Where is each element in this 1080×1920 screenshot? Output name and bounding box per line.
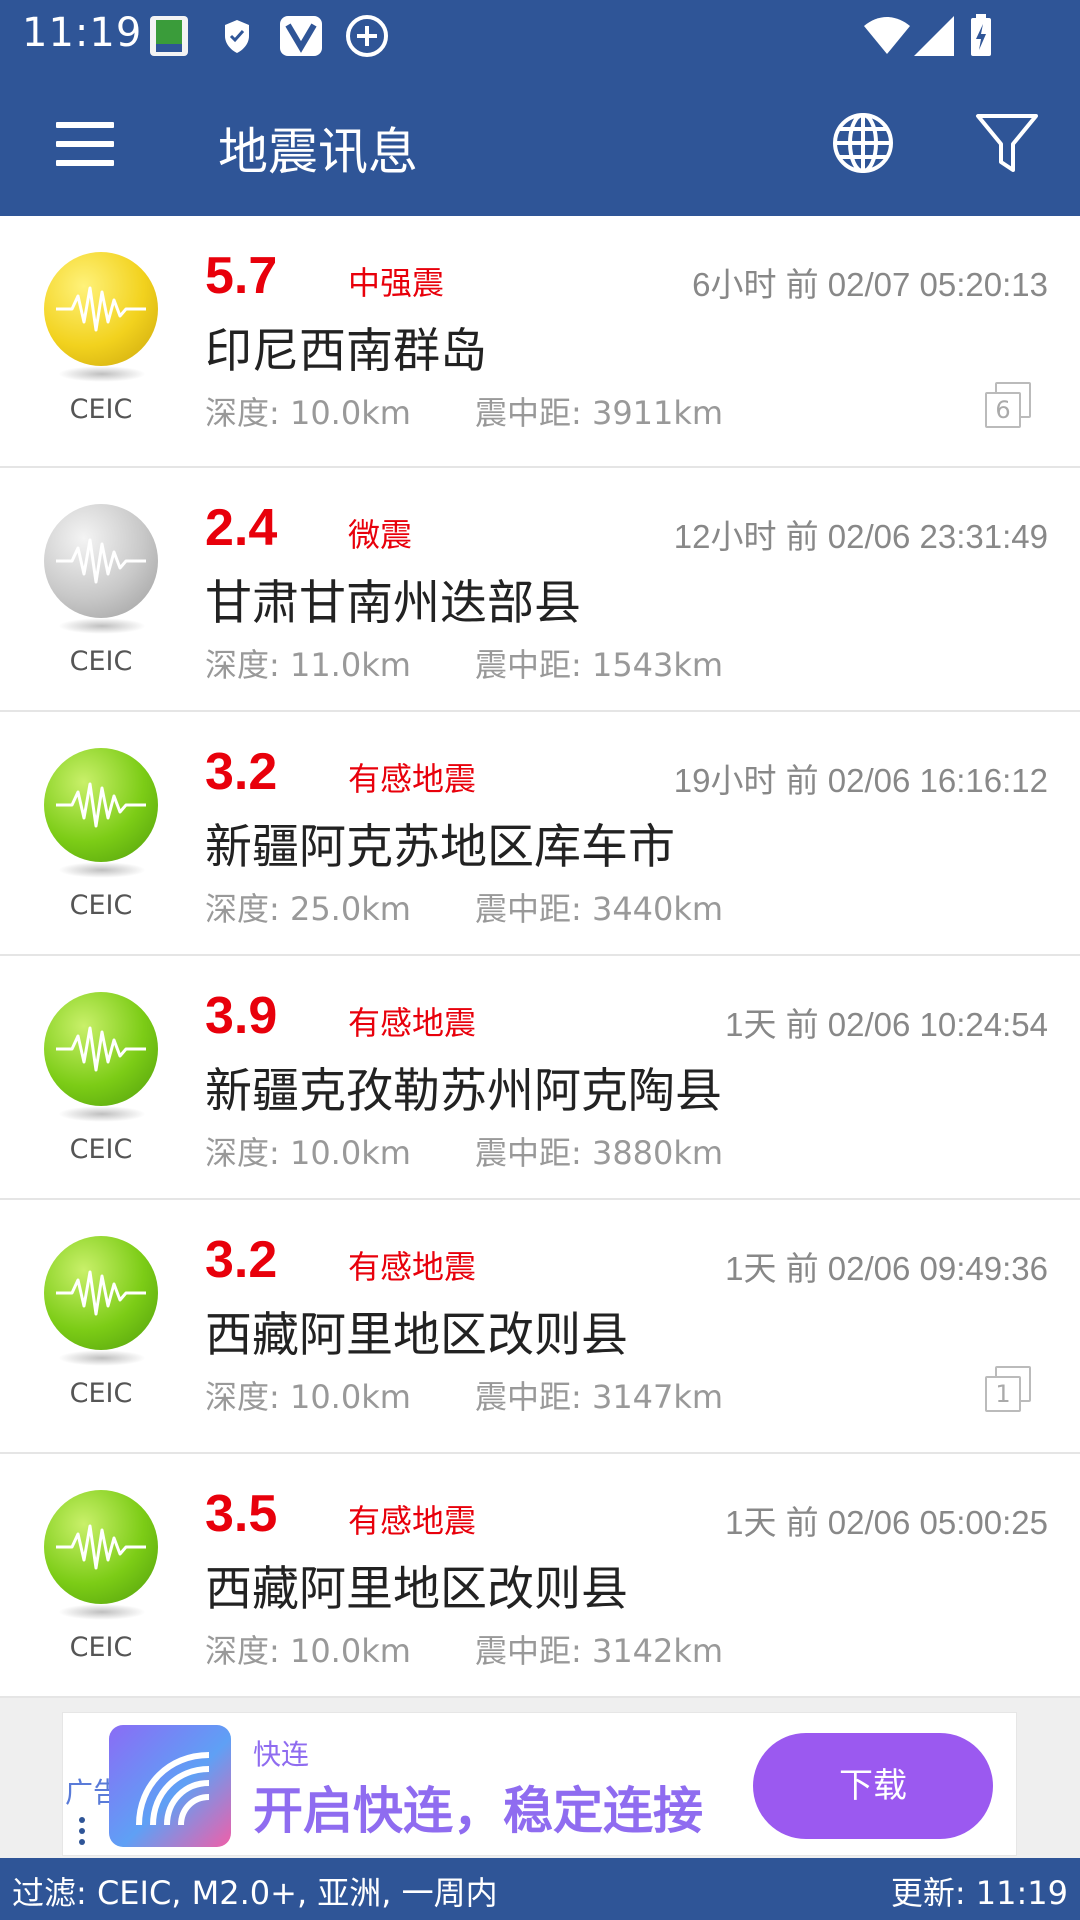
more-options-icon[interactable]	[79, 1817, 85, 1850]
status-bar: 11:19	[0, 0, 1080, 72]
filter-summary: 过滤: CEIC, M2.0+, 亚洲, 一周内	[12, 1874, 498, 1912]
event-count-icon[interactable]: 6	[985, 382, 1031, 428]
event-time: 1天 前 02/06 05:00:25	[725, 1504, 1048, 1541]
ball-shadow	[58, 862, 146, 878]
ball-shadow	[58, 366, 146, 382]
wifi-icon	[864, 17, 910, 54]
globe-icon[interactable]	[830, 110, 896, 176]
ad-slogan: 开启快连，稳定连接	[253, 1782, 703, 1840]
epicenter-location: 新疆克孜勒苏州阿克陶县	[205, 1064, 722, 1119]
intensity-level: 有感地震	[348, 760, 477, 798]
event-count: 1	[985, 1376, 1021, 1412]
footer-bar: 过滤: CEIC, M2.0+, 亚洲, 一周内 更新: 11:19	[0, 1858, 1080, 1920]
epicenter-location: 印尼西南群岛	[205, 324, 487, 379]
data-source: CEIC	[69, 1632, 133, 1663]
app-bar: 地震讯息	[0, 72, 1080, 216]
intensity-level: 有感地震	[348, 1248, 477, 1286]
distance-value: 震中距: 3911km	[475, 394, 724, 432]
event-count-icon[interactable]: 1	[985, 1366, 1031, 1412]
quake-list-item[interactable]: CEIC 3.2 有感地震 1天 前 02/06 09:49:36 西藏阿里地区改则县深…	[0, 1200, 1080, 1454]
intensity-ball-icon	[44, 504, 158, 618]
shield-icon	[225, 20, 249, 53]
ad-app-logo	[109, 1725, 231, 1847]
quake-list-item[interactable]: CEIC 3.2 有感地震 19小时 前 02/06 16:16:12 新疆阿克苏地区库…	[0, 712, 1080, 956]
data-source: CEIC	[69, 1134, 133, 1165]
ad-banner[interactable]: 广告 快连 开启快连，稳定连接 下载	[62, 1712, 1017, 1856]
magnitude: 3.5	[205, 1485, 278, 1543]
intensity-ball-icon	[44, 1490, 158, 1604]
event-time: 1天 前 02/06 10:24:54	[725, 1006, 1048, 1043]
data-source: CEIC	[69, 394, 133, 425]
battery-icon	[971, 14, 991, 56]
add-circle-icon	[346, 15, 388, 57]
intensity-ball-icon	[44, 992, 158, 1106]
depth-value: 深度: 10.0km	[205, 394, 411, 432]
quake-list-item[interactable]: CEIC 2.4 微震 12小时 前 02/06 23:31:49 甘肃甘南州迭部县深度…	[0, 468, 1080, 712]
v-app-icon	[280, 16, 322, 56]
event-time: 6小时 前 02/07 05:20:13	[692, 266, 1048, 303]
distance-value: 震中距: 3147km	[475, 1378, 724, 1416]
depth-value: 深度: 10.0km	[205, 1378, 411, 1416]
intensity-level: 有感地震	[348, 1004, 477, 1042]
ball-shadow	[58, 1604, 146, 1620]
epicenter-location: 新疆阿克苏地区库车市	[205, 820, 675, 875]
intensity-ball-icon	[44, 748, 158, 862]
magnitude: 3.9	[205, 987, 278, 1045]
depth-value: 深度: 10.0km	[205, 1134, 411, 1172]
page-title: 地震讯息	[218, 123, 418, 181]
status-time: 11:19	[22, 10, 143, 56]
event-time: 12小时 前 02/06 23:31:49	[673, 518, 1048, 555]
intensity-ball-icon	[44, 1236, 158, 1350]
menu-icon[interactable]	[56, 122, 114, 166]
data-source: CEIC	[69, 890, 133, 921]
distance-value: 震中距: 3142km	[475, 1632, 724, 1670]
ball-shadow	[58, 1106, 146, 1122]
magnitude: 2.4	[205, 499, 278, 557]
magnitude: 5.7	[205, 247, 278, 305]
epicenter-location: 西藏阿里地区改则县	[205, 1562, 628, 1617]
update-time: 更新: 11:19	[890, 1874, 1068, 1912]
ad-app-name: 快连	[253, 1738, 310, 1771]
download-button[interactable]: 下载	[753, 1733, 993, 1839]
magnitude: 3.2	[205, 1231, 278, 1289]
epicenter-location: 甘肃甘南州迭部县	[205, 576, 581, 631]
depth-value: 深度: 11.0km	[205, 646, 411, 684]
magnitude: 3.2	[205, 743, 278, 801]
app-notification-icon	[150, 16, 188, 56]
distance-value: 震中距: 3440km	[475, 890, 724, 928]
event-count: 6	[985, 392, 1021, 428]
epicenter-location: 西藏阿里地区改则县	[205, 1308, 628, 1363]
data-source: CEIC	[69, 646, 133, 677]
intensity-level: 微震	[348, 516, 413, 554]
depth-value: 深度: 25.0km	[205, 890, 411, 928]
signal-icon	[914, 16, 954, 56]
distance-value: 震中距: 3880km	[475, 1134, 724, 1172]
event-time: 1天 前 02/06 09:49:36	[725, 1250, 1048, 1287]
ball-shadow	[58, 618, 146, 634]
event-time: 19小时 前 02/06 16:16:12	[673, 762, 1048, 799]
intensity-ball-icon	[44, 252, 158, 366]
intensity-level: 中强震	[348, 264, 445, 302]
depth-value: 深度: 10.0km	[205, 1632, 411, 1670]
quake-list-item[interactable]: CEIC 5.7 中强震 6小时 前 02/07 05:20:13 印尼西南群岛深度: …	[0, 216, 1080, 468]
data-source: CEIC	[69, 1378, 133, 1409]
filter-icon[interactable]	[974, 110, 1040, 176]
intensity-level: 有感地震	[348, 1502, 477, 1540]
quake-list-item[interactable]: CEIC 3.5 有感地震 1天 前 02/06 05:00:25 西藏阿里地区改则县深…	[0, 1454, 1080, 1698]
ball-shadow	[58, 1350, 146, 1366]
distance-value: 震中距: 1543km	[475, 646, 724, 684]
quake-list-item[interactable]: CEIC 3.9 有感地震 1天 前 02/06 10:24:54 新疆克孜勒苏州阿克陶…	[0, 956, 1080, 1200]
earthquake-list: CEIC 5.7 中强震 6小时 前 02/07 05:20:13 印尼西南群岛深度: …	[0, 216, 1080, 1698]
